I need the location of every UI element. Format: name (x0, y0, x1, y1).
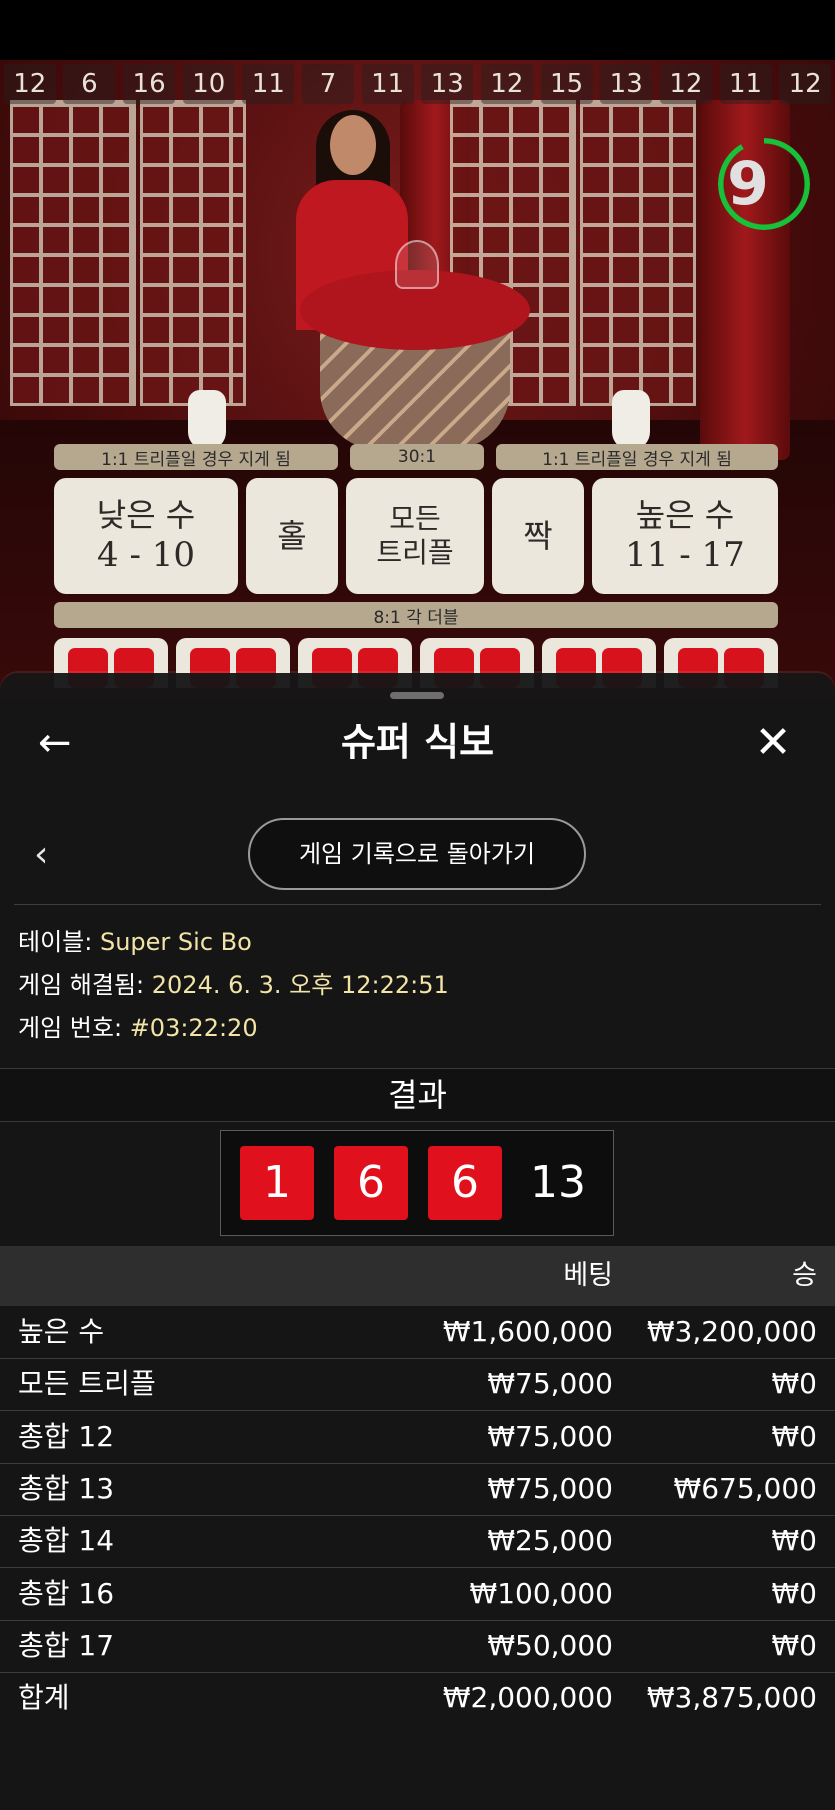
row-bet: ₩75,000 (487, 1471, 613, 1505)
divider (14, 904, 821, 905)
history-number: 10 (182, 64, 235, 104)
bet-big-label: 높은 수 (635, 496, 735, 534)
vase-right (612, 390, 650, 450)
bet-row: 총합 12 ₩75,000 ₩0 (0, 1411, 835, 1464)
table-info: 테이블: Super Sic Bo (18, 925, 252, 959)
bet-even[interactable]: 짝 (492, 478, 584, 594)
history-number: 13 (600, 64, 653, 104)
bet-odd-label: 홀 (277, 517, 307, 555)
row-bet: ₩50,000 (487, 1628, 613, 1662)
triple-lose-label-left: 1:1 트리플일 경우 지게 됨 (54, 444, 338, 470)
history-number: 12 (659, 64, 712, 104)
row-bet: ₩25,000 (487, 1524, 613, 1558)
row-name: 총합 14 (18, 1524, 115, 1558)
history-number: 7 (302, 64, 355, 104)
total-win: ₩3,875,000 (646, 1681, 817, 1714)
history-number-strip: 12 6 16 10 11 7 11 13 12 15 13 12 11 12 (0, 64, 835, 108)
bet-row: 총합 13 ₩75,000 ₩675,000 (0, 1463, 835, 1516)
row-name: 높은 수 (18, 1315, 105, 1348)
row-name: 총합 17 (18, 1628, 115, 1662)
history-number: 11 (242, 64, 295, 104)
game-number-info: 게임 번호: #03:22:20 (18, 1011, 258, 1045)
result-die-3: 6 (428, 1146, 502, 1220)
history-number: 12 (3, 64, 56, 104)
game-number-key: 게임 번호: (18, 1014, 123, 1042)
history-number: 11 (719, 64, 772, 104)
chevron-left-icon[interactable]: ‹ (34, 830, 64, 880)
countdown-number: 9 (727, 149, 769, 219)
back-to-history-button[interactable]: 게임 기록으로 돌아가기 (248, 818, 586, 890)
row-win: ₩3,200,000 (646, 1315, 817, 1348)
table-value: Super Sic Bo (99, 928, 252, 956)
dice-shaker-dome (395, 240, 439, 289)
bet-big[interactable]: 높은 수 11 - 17 (592, 478, 778, 594)
result-heading: 결과 (0, 1068, 835, 1122)
bet-odd[interactable]: 홀 (246, 478, 338, 594)
row-win: ₩0 (771, 1367, 818, 1401)
column-win: 승 (792, 1260, 817, 1291)
total-label: 합계 (18, 1681, 70, 1714)
row-bet: ₩75,000 (487, 1367, 613, 1401)
any-triple-odds-label: 30:1 (350, 444, 484, 470)
row-win: ₩0 (771, 1419, 818, 1453)
bets-table-header: 베팅 승 (0, 1246, 835, 1306)
row-name: 총합 12 (18, 1419, 115, 1453)
game-number-value: #03:22:20 (129, 1014, 258, 1042)
row-bet: ₩100,000 (469, 1576, 613, 1610)
history-number: 16 (123, 64, 176, 104)
result-die-2: 6 (334, 1146, 408, 1220)
resolved-key: 게임 해결됨: (18, 971, 145, 999)
lattice-wall-right-2 (580, 100, 696, 406)
result-die-1: 1 (240, 1146, 314, 1220)
resolved-value: 2024. 6. 3. 오후 12:22:51 (151, 971, 449, 999)
history-number: 12 (779, 64, 832, 104)
bet-row: 총합 14 ₩25,000 ₩0 (0, 1515, 835, 1569)
total-bet: ₩2,000,000 (442, 1681, 613, 1714)
bet-big-range: 11 - 17 (625, 535, 745, 575)
close-icon[interactable]: ✕ (748, 718, 798, 768)
vase-left (188, 390, 226, 450)
bet-any-triple[interactable]: 모든 트리플 (346, 478, 484, 594)
row-win: ₩675,000 (673, 1471, 817, 1505)
history-number: 15 (540, 64, 593, 104)
resolved-info: 게임 해결됨: 2024. 6. 3. 오후 12:22:51 (18, 968, 449, 1002)
table-key: 테이블: (18, 928, 93, 956)
bet-row: 높은 수 ₩1,600,000 ₩3,200,000 (0, 1306, 835, 1359)
result-total: 13 (530, 1157, 586, 1208)
bet-row: 총합 17 ₩50,000 ₩0 (0, 1620, 835, 1673)
bet-any-triple-label: 모든 트리플 (376, 502, 454, 569)
triple-lose-label-right: 1:1 트리플일 경우 지게 됨 (496, 444, 778, 470)
row-win: ₩0 (771, 1576, 818, 1610)
bet-small[interactable]: 낮은 수 4 - 10 (54, 478, 238, 594)
column-bet: 베팅 (563, 1260, 613, 1291)
row-win: ₩0 (771, 1524, 818, 1558)
history-number: 13 (421, 64, 474, 104)
panel-title: 슈퍼 식보 (340, 720, 495, 764)
bet-even-label: 짝 (523, 517, 553, 555)
row-name: 총합 13 (18, 1471, 115, 1505)
lattice-wall-left (10, 100, 136, 406)
history-number: 12 (480, 64, 533, 104)
dealer-face (330, 115, 376, 175)
history-number: 6 (63, 64, 116, 104)
bet-small-label: 낮은 수 (96, 496, 196, 534)
row-win: ₩0 (771, 1628, 818, 1662)
row-bet: ₩1,600,000 (442, 1315, 613, 1348)
drag-handle[interactable] (390, 692, 444, 699)
bet-row: 모든 트리플 ₩75,000 ₩0 (0, 1358, 835, 1412)
row-name: 모든 트리플 (18, 1367, 156, 1401)
lattice-wall-left-2 (140, 100, 246, 406)
row-name: 총합 16 (18, 1576, 115, 1610)
history-number: 11 (361, 64, 414, 104)
status-bar (0, 0, 835, 60)
row-bet: ₩75,000 (487, 1419, 613, 1453)
total-row: 합계 ₩2,000,000 ₩3,875,000 (0, 1672, 835, 1724)
bet-small-range: 4 - 10 (97, 535, 195, 575)
double-odds-label: 8:1 각 더블 (54, 602, 778, 628)
bet-row: 총합 16 ₩100,000 ₩0 (0, 1568, 835, 1621)
